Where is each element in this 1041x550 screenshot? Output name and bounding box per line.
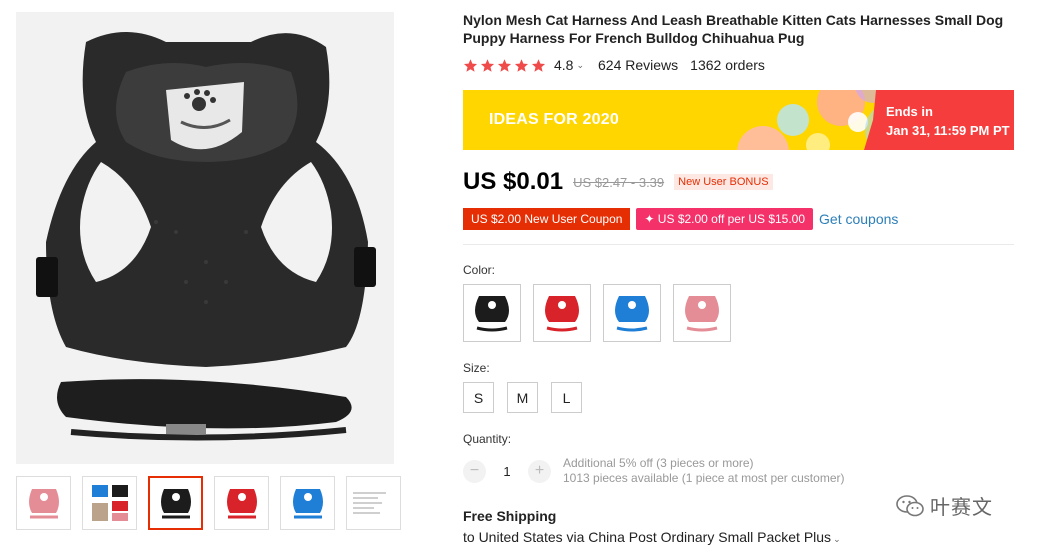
quantity-input[interactable]: 1 [486,464,528,479]
color-option-black[interactable] [463,284,521,342]
rating-value[interactable]: 4.8 [554,57,573,73]
quantity-stepper: − 1 + Additional 5% off (3 pieces or mor… [463,456,844,486]
thumbnail-multi-color[interactable] [82,476,137,530]
thumbnail-black[interactable] [148,476,203,530]
color-option-blue[interactable] [603,284,661,342]
banner-title: IDEAS FOR 2020 [489,111,619,128]
promo-banner[interactable]: IDEAS FOR 2020 Ends in Jan 31, 11:59 PM … [463,90,1014,150]
divider [463,244,1014,245]
color-options [463,284,731,342]
store-coupon[interactable]: ✦ US $2.00 off per US $15.00 [636,208,814,230]
chevron-down-icon[interactable]: ⌄ [576,60,584,71]
red-harness-thumbnail [226,489,257,519]
quantity-decrease-button[interactable]: − [463,459,486,483]
star-icon [463,58,478,72]
color-label: Color: [463,263,496,277]
new-user-coupon[interactable]: US $2.00 New User Coupon [463,208,631,230]
star-icon [531,58,546,72]
wechat-icon [896,494,924,516]
rating-row: 4.8 ⌄ 624 Reviews 1362 orders [463,57,765,73]
bulk-discount-text: Additional 5% off (3 pieces or more) [563,456,754,470]
blue-harness-thumbnail [615,296,649,332]
chevron-down-icon: ⌄ [833,534,841,544]
blue-harness-thumbnail [292,489,323,519]
coupon-row: US $2.00 New User Coupon ✦ US $2.00 off … [463,208,898,230]
size-chart-thumbnail [347,486,400,520]
shipping-title: Free Shipping [463,508,557,524]
star-icon [497,58,512,72]
new-user-bonus-badge: New User BONUS [674,174,773,190]
reviews-link[interactable]: 624 Reviews [598,57,678,73]
red-harness-thumbnail [545,296,579,332]
banner-countdown: Ends in Jan 31, 11:59 PM PT [864,90,1014,150]
orders-count: 1362 orders [690,57,765,73]
availability-text: 1013 pieces available (1 piece at most p… [563,471,845,485]
ends-in-label: Ends in [886,104,933,119]
ends-in-time: Jan 31, 11:59 PM PT [886,123,1010,138]
size-option-l[interactable]: L [551,382,582,413]
main-product-image[interactable] [16,12,394,464]
price-row: US $0.01 US $2.47 - 3.39 New User BONUS [463,168,773,196]
thumbnail-blue[interactable] [280,476,335,530]
get-coupons-link[interactable]: Get coupons [819,211,898,227]
quantity-info: Additional 5% off (3 pieces or more) 101… [563,456,844,486]
pink-harness-thumbnail [28,489,59,519]
color-option-pink[interactable] [673,284,731,342]
shipping-method-text: to United States via China Post Ordinary… [463,529,832,545]
size-label: Size: [463,361,490,375]
pink-harness-thumbnail [685,296,719,332]
current-price: US $0.01 [463,168,564,195]
star-icon [480,58,495,72]
size-option-s[interactable]: S [463,382,494,413]
shipping-method[interactable]: to United States via China Post Ordinary… [463,529,841,545]
black-harness-thumbnail [160,489,191,519]
black-harness-thumbnail [475,296,509,332]
watermark-text: 叶赛文 [930,497,993,519]
quantity-label: Quantity: [463,432,512,446]
thumbnail-strip [16,476,401,530]
quantity-increase-button[interactable]: + [528,459,551,483]
product-title: Nylon Mesh Cat Harness And Leash Breatha… [463,12,1004,46]
star-icon [514,58,529,72]
watermark: 叶赛文 [896,491,993,520]
multi-color-harness-thumbnail [91,485,128,521]
size-options: S M L [463,382,582,413]
thumbnail-red[interactable] [214,476,269,530]
size-option-m[interactable]: M [507,382,538,413]
color-option-red[interactable] [533,284,591,342]
original-price: US $2.47 - 3.39 [573,174,665,190]
star-rating [463,58,546,73]
thumbnail-pink[interactable] [16,476,71,530]
thumbnail-size-chart[interactable] [346,476,401,530]
